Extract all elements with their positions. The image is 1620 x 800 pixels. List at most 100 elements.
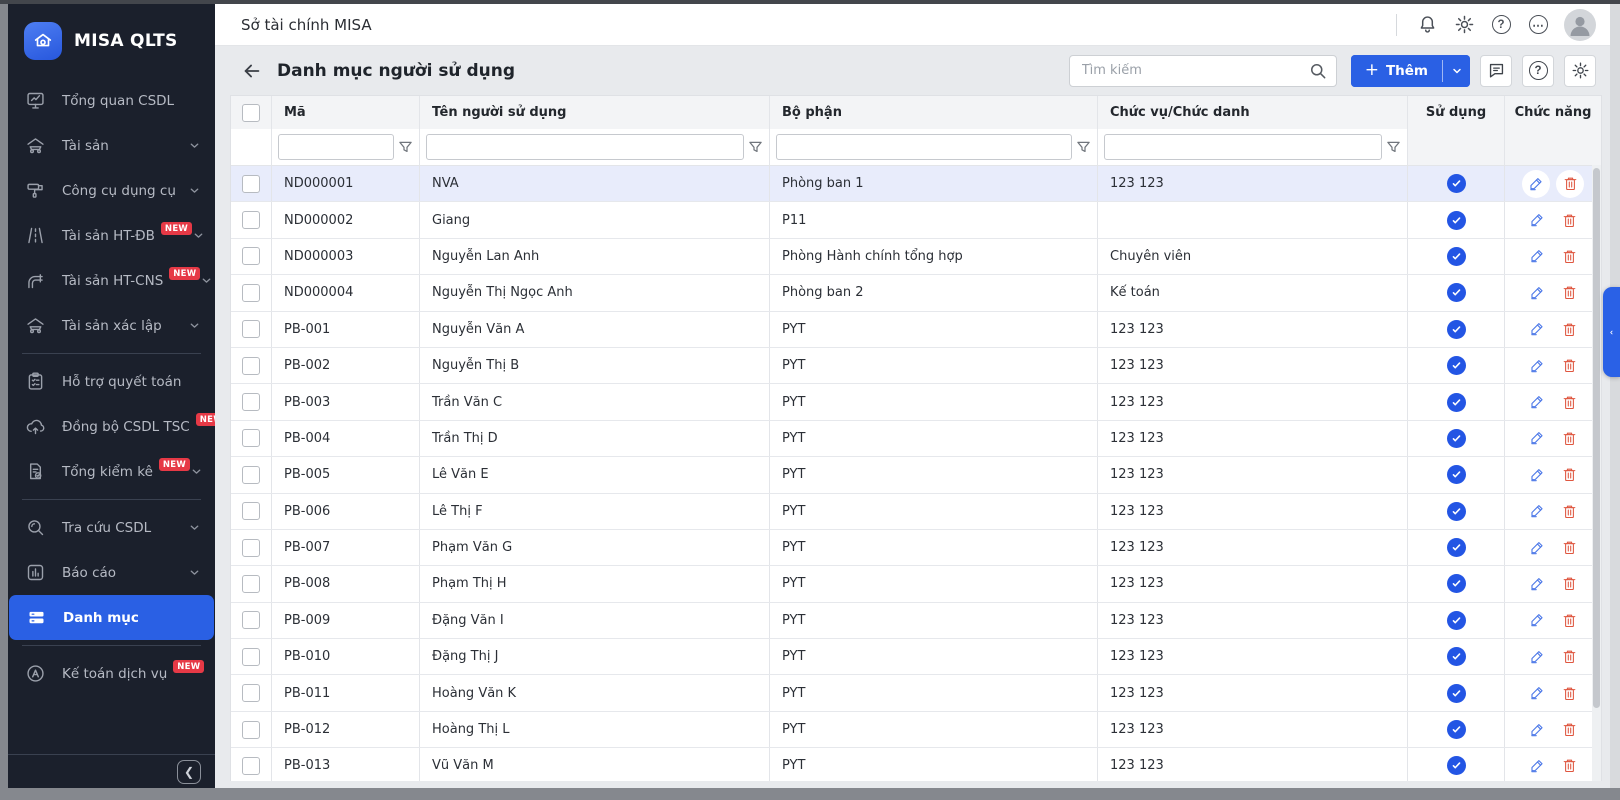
row-checkbox[interactable]: [242, 284, 260, 302]
in-use-check-icon[interactable]: [1447, 393, 1466, 412]
sidebar-item-tai-san-xac-lap[interactable]: Tài sản xác lập: [8, 303, 215, 348]
column-header-title[interactable]: Chức vụ/Chức danh: [1098, 96, 1408, 129]
delete-trash-icon[interactable]: [1557, 536, 1581, 560]
sidebar-item-tai-san-ht-db[interactable]: Tài sản HT-ĐBNEW: [8, 213, 215, 258]
edit-pencil-icon[interactable]: [1525, 354, 1549, 378]
in-use-check-icon[interactable]: [1447, 574, 1466, 593]
edit-pencil-icon[interactable]: [1525, 754, 1549, 778]
in-use-check-icon[interactable]: [1447, 247, 1466, 266]
sidebar-item-bao-cao[interactable]: Báo cáo: [8, 550, 215, 595]
delete-trash-icon[interactable]: [1557, 499, 1581, 523]
filter-input-title[interactable]: [1104, 134, 1382, 160]
delete-trash-icon[interactable]: [1557, 645, 1581, 669]
delete-trash-icon[interactable]: [1557, 426, 1581, 450]
in-use-check-icon[interactable]: [1447, 465, 1466, 484]
in-use-check-icon[interactable]: [1447, 320, 1466, 339]
delete-trash-icon[interactable]: [1557, 390, 1581, 414]
back-arrow-icon[interactable]: [241, 60, 263, 82]
edit-pencil-icon[interactable]: [1525, 281, 1549, 305]
in-use-check-icon[interactable]: [1447, 756, 1466, 775]
sidebar-item-ke-toan-dich-vu[interactable]: Kế toán dịch vụNEW: [8, 651, 215, 696]
edit-pencil-icon[interactable]: [1522, 170, 1550, 198]
edit-pencil-icon[interactable]: [1525, 208, 1549, 232]
delete-trash-icon[interactable]: [1556, 170, 1584, 198]
select-all-checkbox[interactable]: [242, 104, 260, 122]
add-dropdown-caret[interactable]: [1443, 55, 1470, 87]
edit-pencil-icon[interactable]: [1525, 244, 1549, 268]
delete-trash-icon[interactable]: [1557, 572, 1581, 596]
row-checkbox[interactable]: [242, 320, 260, 338]
delete-trash-icon[interactable]: [1557, 754, 1581, 778]
row-checkbox[interactable]: [242, 539, 260, 557]
edit-pencil-icon[interactable]: [1525, 645, 1549, 669]
help-icon-secondary[interactable]: ?: [1522, 55, 1554, 87]
edit-pencil-icon[interactable]: [1525, 718, 1549, 742]
row-checkbox[interactable]: [242, 648, 260, 666]
sidebar-item-tai-san-ht-cns[interactable]: Tài sản HT-CNSNEW: [8, 258, 215, 303]
sidebar-item-tra-cuu-csdl[interactable]: Tra cứu CSDL: [8, 505, 215, 550]
row-checkbox[interactable]: [242, 721, 260, 739]
delete-trash-icon[interactable]: [1557, 718, 1581, 742]
table-scrollbar-track[interactable]: [1592, 165, 1601, 781]
row-checkbox[interactable]: [242, 357, 260, 375]
sidebar-item-tong-quan-csdl[interactable]: Tổng quan CSDL: [8, 78, 215, 123]
in-use-check-icon[interactable]: [1447, 502, 1466, 521]
row-checkbox[interactable]: [242, 757, 260, 775]
delete-trash-icon[interactable]: [1557, 281, 1581, 305]
row-checkbox[interactable]: [242, 684, 260, 702]
column-header-code[interactable]: Mã: [272, 96, 420, 129]
in-use-check-icon[interactable]: [1447, 211, 1466, 230]
filter-input-name[interactable]: [426, 134, 744, 160]
sidebar-collapse-button[interactable]: ❮: [177, 760, 201, 784]
row-checkbox[interactable]: [242, 466, 260, 484]
in-use-check-icon[interactable]: [1447, 356, 1466, 375]
table-scrollbar-thumb[interactable]: [1593, 168, 1600, 708]
help-icon[interactable]: ?: [1490, 14, 1512, 36]
add-button[interactable]: + Thêm: [1351, 55, 1442, 87]
in-use-check-icon[interactable]: [1447, 720, 1466, 739]
feedback-chat-icon[interactable]: [1480, 55, 1512, 87]
in-use-check-icon[interactable]: [1447, 174, 1466, 193]
in-use-check-icon[interactable]: [1447, 684, 1466, 703]
settings-gear-icon[interactable]: [1453, 14, 1475, 36]
sidebar-item-cong-cu-dung-cu[interactable]: Công cụ dụng cụ: [8, 168, 215, 213]
filter-funnel-icon-name[interactable]: [748, 140, 763, 155]
row-checkbox[interactable]: [242, 393, 260, 411]
edit-pencil-icon[interactable]: [1525, 608, 1549, 632]
user-avatar[interactable]: [1564, 9, 1596, 41]
edit-pencil-icon[interactable]: [1525, 463, 1549, 487]
column-header-department[interactable]: Bộ phận: [770, 96, 1098, 129]
delete-trash-icon[interactable]: [1557, 244, 1581, 268]
in-use-check-icon[interactable]: [1447, 538, 1466, 557]
edit-pencil-icon[interactable]: [1525, 390, 1549, 414]
filter-input-code[interactable]: [278, 134, 394, 160]
delete-trash-icon[interactable]: [1557, 681, 1581, 705]
sidebar-item-ho-tro-quyet-toan[interactable]: Hỗ trợ quyết toán: [8, 359, 215, 404]
filter-funnel-icon-code[interactable]: [398, 140, 413, 155]
edit-pencil-icon[interactable]: [1525, 317, 1549, 341]
delete-trash-icon[interactable]: [1557, 463, 1581, 487]
column-header-in-use[interactable]: Sử dụng: [1408, 96, 1505, 129]
row-checkbox[interactable]: [242, 575, 260, 593]
sidebar-item-danh-muc[interactable]: Danh mục: [9, 595, 214, 640]
row-checkbox[interactable]: [242, 611, 260, 629]
delete-trash-icon[interactable]: [1557, 317, 1581, 341]
filter-funnel-icon-department[interactable]: [1076, 140, 1091, 155]
side-drawer-expand-tab[interactable]: [1603, 287, 1620, 377]
delete-trash-icon[interactable]: [1557, 208, 1581, 232]
edit-pencil-icon[interactable]: [1525, 681, 1549, 705]
filter-input-department[interactable]: [776, 134, 1072, 160]
row-checkbox[interactable]: [242, 502, 260, 520]
delete-trash-icon[interactable]: [1557, 608, 1581, 632]
column-header-actions[interactable]: Chức năng: [1505, 96, 1601, 129]
in-use-check-icon[interactable]: [1447, 429, 1466, 448]
in-use-check-icon[interactable]: [1447, 283, 1466, 302]
row-checkbox[interactable]: [242, 175, 260, 193]
sidebar-item-dong-bo-csdl-tsc[interactable]: Đồng bộ CSDL TSCNEW: [8, 404, 215, 449]
delete-trash-icon[interactable]: [1557, 354, 1581, 378]
row-checkbox[interactable]: [242, 211, 260, 229]
column-header-name[interactable]: Tên người sử dụng: [420, 96, 770, 129]
table-settings-gear-icon[interactable]: [1564, 55, 1596, 87]
sidebar-item-tai-san[interactable]: Tài sản: [8, 123, 215, 168]
notification-bell-icon[interactable]: [1416, 14, 1438, 36]
